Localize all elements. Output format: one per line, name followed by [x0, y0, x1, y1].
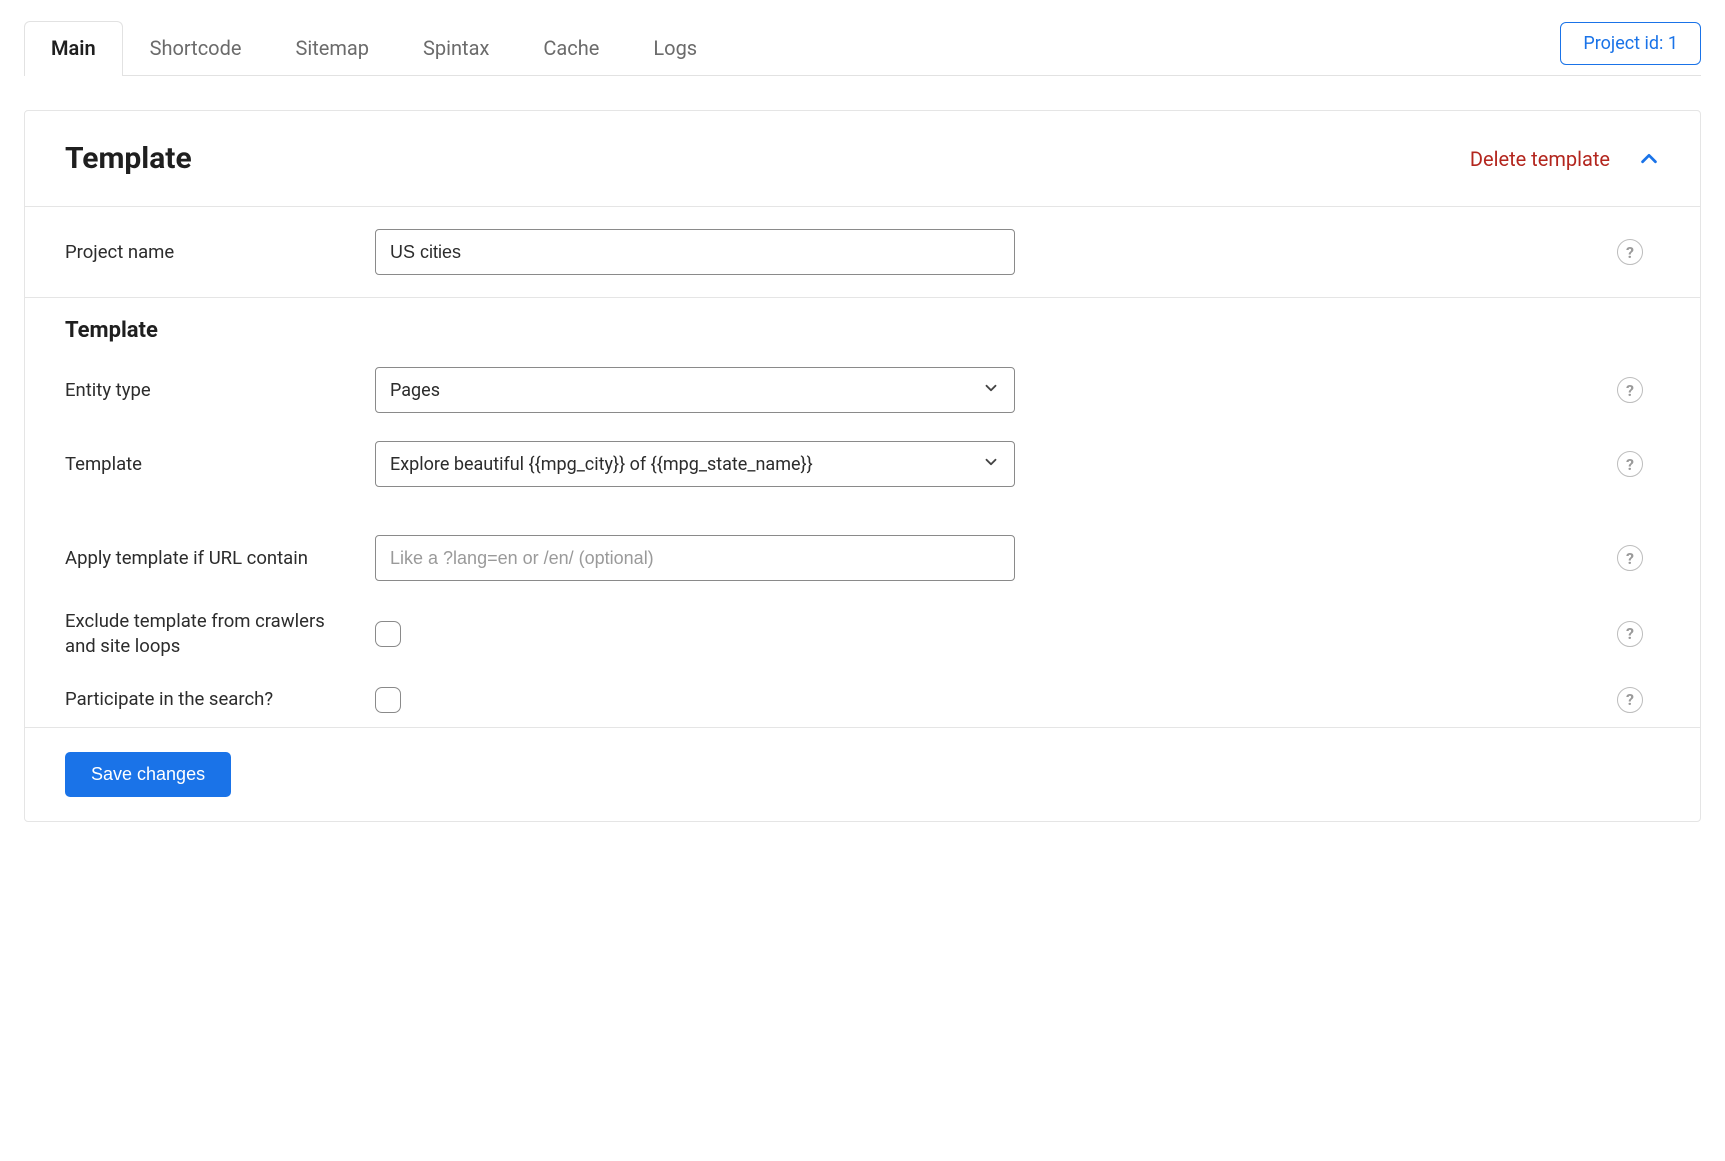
panel-footer: Save changes: [25, 727, 1700, 821]
label-template: Template: [65, 452, 375, 477]
entity-type-select[interactable]: Pages: [375, 367, 1015, 413]
exclude-checkbox[interactable]: [375, 621, 401, 647]
url-contain-input[interactable]: [375, 535, 1015, 581]
tab-bar: Main Shortcode Sitemap Spintax Cache Log…: [24, 20, 1701, 76]
panel-header: Template Delete template: [25, 111, 1700, 207]
row-participate: Participate in the search? ?: [25, 673, 1700, 727]
tab-sitemap[interactable]: Sitemap: [268, 21, 396, 76]
help-icon[interactable]: ?: [1617, 545, 1643, 571]
label-participate: Participate in the search?: [65, 687, 375, 712]
help-icon[interactable]: ?: [1617, 621, 1643, 647]
tab-spintax[interactable]: Spintax: [396, 21, 516, 76]
entity-type-value: Pages: [390, 380, 440, 401]
template-value: Explore beautiful {{mpg_city}} of {{mpg_…: [390, 454, 813, 475]
tab-shortcode[interactable]: Shortcode: [123, 21, 269, 76]
chevron-down-icon: [982, 379, 1000, 402]
label-url-contain: Apply template if URL contain: [65, 546, 375, 571]
project-id-badge[interactable]: Project id: 1: [1560, 22, 1701, 65]
tab-cache[interactable]: Cache: [516, 21, 626, 76]
label-entity-type: Entity type: [65, 378, 375, 403]
chevron-down-icon: [982, 453, 1000, 476]
participate-checkbox[interactable]: [375, 687, 401, 713]
delete-template-link[interactable]: Delete template: [1470, 147, 1610, 171]
help-icon[interactable]: ?: [1617, 687, 1643, 713]
row-template: Template Explore beautiful {{mpg_city}} …: [25, 427, 1700, 501]
tab-logs[interactable]: Logs: [626, 21, 724, 76]
chevron-up-icon[interactable]: [1638, 148, 1660, 170]
help-icon[interactable]: ?: [1617, 377, 1643, 403]
tab-main[interactable]: Main: [24, 21, 123, 76]
help-icon[interactable]: ?: [1617, 239, 1643, 265]
row-project-name: Project name ?: [25, 207, 1700, 298]
row-url-contain: Apply template if URL contain ?: [25, 501, 1700, 595]
label-exclude: Exclude template from crawlers and site …: [65, 609, 375, 659]
help-icon[interactable]: ?: [1617, 451, 1643, 477]
template-panel: Template Delete template Project name ? …: [24, 110, 1701, 822]
project-name-input[interactable]: [375, 229, 1015, 275]
section-heading-template: Template: [25, 298, 1700, 353]
template-select[interactable]: Explore beautiful {{mpg_city}} of {{mpg_…: [375, 441, 1015, 487]
row-exclude-template: Exclude template from crawlers and site …: [25, 595, 1700, 673]
save-button[interactable]: Save changes: [65, 752, 231, 797]
label-project-name: Project name: [65, 240, 375, 265]
panel-title: Template: [65, 141, 1470, 176]
row-entity-type: Entity type Pages ?: [25, 353, 1700, 427]
